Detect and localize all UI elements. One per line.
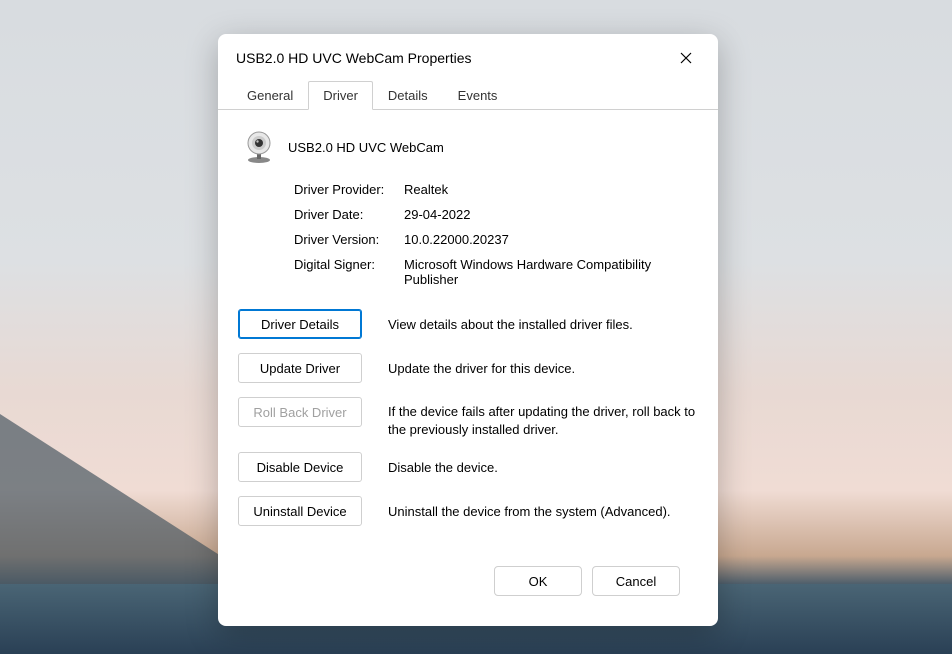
close-icon (680, 52, 692, 64)
info-row-version: Driver Version: 10.0.22000.20237 (294, 232, 698, 247)
close-button[interactable] (670, 44, 702, 72)
driver-details-button[interactable]: Driver Details (238, 309, 362, 339)
info-row-provider: Driver Provider: Realtek (294, 182, 698, 197)
webcam-icon (242, 130, 276, 164)
tab-events[interactable]: Events (443, 81, 513, 110)
tab-content-driver: USB2.0 HD UVC WebCam Driver Provider: Re… (218, 109, 718, 626)
action-row-rollback: Roll Back Driver If the device fails aft… (238, 397, 698, 438)
version-value: 10.0.22000.20237 (404, 232, 509, 247)
tab-general[interactable]: General (232, 81, 308, 110)
action-row-update: Update Driver Update the driver for this… (238, 353, 698, 383)
signer-label: Digital Signer: (294, 257, 404, 272)
info-row-signer: Digital Signer: Microsoft Windows Hardwa… (294, 257, 698, 287)
dialog-footer: OK Cancel (238, 554, 698, 612)
action-row-details: Driver Details View details about the in… (238, 309, 698, 339)
action-row-uninstall: Uninstall Device Uninstall the device fr… (238, 496, 698, 526)
window-title: USB2.0 HD UVC WebCam Properties (236, 50, 471, 66)
signer-value: Microsoft Windows Hardware Compatibility… (404, 257, 664, 287)
tab-driver[interactable]: Driver (308, 81, 373, 110)
provider-value: Realtek (404, 182, 448, 197)
driver-details-desc: View details about the installed driver … (388, 309, 633, 334)
driver-info: Driver Provider: Realtek Driver Date: 29… (238, 182, 698, 309)
rollback-driver-desc: If the device fails after updating the d… (388, 397, 698, 438)
tab-details[interactable]: Details (373, 81, 443, 110)
cancel-button[interactable]: Cancel (592, 566, 680, 596)
uninstall-device-button[interactable]: Uninstall Device (238, 496, 362, 526)
disable-device-button[interactable]: Disable Device (238, 452, 362, 482)
update-driver-button[interactable]: Update Driver (238, 353, 362, 383)
action-row-disable: Disable Device Disable the device. (238, 452, 698, 482)
tab-strip: General Driver Details Events (218, 80, 718, 109)
provider-label: Driver Provider: (294, 182, 404, 197)
properties-dialog: USB2.0 HD UVC WebCam Properties General … (218, 34, 718, 626)
uninstall-device-desc: Uninstall the device from the system (Ad… (388, 496, 671, 521)
info-row-date: Driver Date: 29-04-2022 (294, 207, 698, 222)
date-value: 29-04-2022 (404, 207, 471, 222)
ok-button[interactable]: OK (494, 566, 582, 596)
version-label: Driver Version: (294, 232, 404, 247)
date-label: Driver Date: (294, 207, 404, 222)
rollback-driver-button: Roll Back Driver (238, 397, 362, 427)
device-name: USB2.0 HD UVC WebCam (288, 140, 444, 155)
titlebar: USB2.0 HD UVC WebCam Properties (218, 34, 718, 80)
update-driver-desc: Update the driver for this device. (388, 353, 575, 378)
device-header: USB2.0 HD UVC WebCam (238, 124, 698, 182)
disable-device-desc: Disable the device. (388, 452, 498, 477)
